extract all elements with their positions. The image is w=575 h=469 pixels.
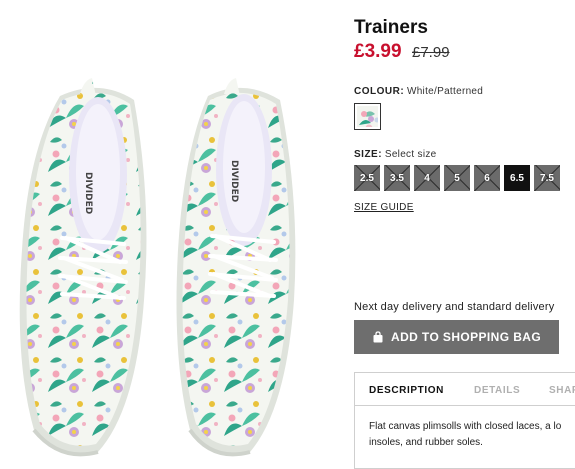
colour-row: COLOUR: White/Patterned xyxy=(354,86,483,97)
product-tabs: DESCRIPTION DETAILS SHAR Flat canvas pli… xyxy=(354,372,575,469)
colour-value: White/Patterned xyxy=(406,86,484,97)
tab-description[interactable]: DESCRIPTION xyxy=(369,385,444,396)
delivery-info: Next day delivery and standard delivery xyxy=(354,301,555,313)
add-to-bag-button[interactable]: ADD TO SHOPPING BAG xyxy=(354,320,559,354)
original-price: £7.99 xyxy=(412,44,450,61)
size-option-2-5[interactable]: 2.5 xyxy=(354,165,380,191)
product-info-panel: Trainers £3.99 £7.99 COLOUR: White/Patte… xyxy=(354,0,575,469)
size-value: Select size xyxy=(384,149,437,160)
product-image[interactable]: DIVIDED DIVIDED xyxy=(0,0,340,469)
size-option-3-5[interactable]: 3.5 xyxy=(384,165,410,191)
shopping-bag-icon xyxy=(373,331,383,343)
add-to-bag-label: ADD TO SHOPPING BAG xyxy=(391,330,542,344)
size-option-6-5[interactable]: 6.5 xyxy=(504,165,530,191)
tab-share[interactable]: SHAR xyxy=(549,385,575,396)
description-line: Flat canvas plimsolls with closed laces,… xyxy=(369,421,562,432)
colour-label: COLOUR: xyxy=(354,86,405,97)
size-row: SIZE: Select size xyxy=(354,149,437,160)
price-row: £3.99 £7.99 xyxy=(354,41,450,63)
product-title: Trainers xyxy=(354,17,428,38)
tab-bar: DESCRIPTION DETAILS SHAR xyxy=(355,373,575,406)
floral-trainers-image: DIVIDED DIVIDED xyxy=(19,78,296,457)
size-label: SIZE: xyxy=(354,149,383,160)
description-line: insoles, and rubber soles. xyxy=(369,437,483,448)
size-option-7-5[interactable]: 7.5 xyxy=(534,165,560,191)
size-guide-link[interactable]: SIZE GUIDE xyxy=(354,202,414,213)
right-shoe: DIVIDED xyxy=(176,78,296,457)
description-text: Flat canvas plimsolls with closed laces,… xyxy=(369,419,575,451)
tab-details[interactable]: DETAILS xyxy=(474,385,520,396)
shoe-brand-text-left: DIVIDED xyxy=(83,172,93,214)
left-shoe: DIVIDED xyxy=(19,78,147,457)
size-option-5[interactable]: 5 xyxy=(444,165,470,191)
size-option-6[interactable]: 6 xyxy=(474,165,500,191)
floral-swatch-icon xyxy=(357,106,378,127)
size-option-4[interactable]: 4 xyxy=(414,165,440,191)
shoe-brand-text-right: DIVIDED xyxy=(229,160,239,202)
size-options: 2.5 3.5 4 5 6 6.5 7.5 xyxy=(354,165,560,191)
sale-price: £3.99 xyxy=(354,41,402,62)
colour-swatch[interactable] xyxy=(354,103,381,130)
